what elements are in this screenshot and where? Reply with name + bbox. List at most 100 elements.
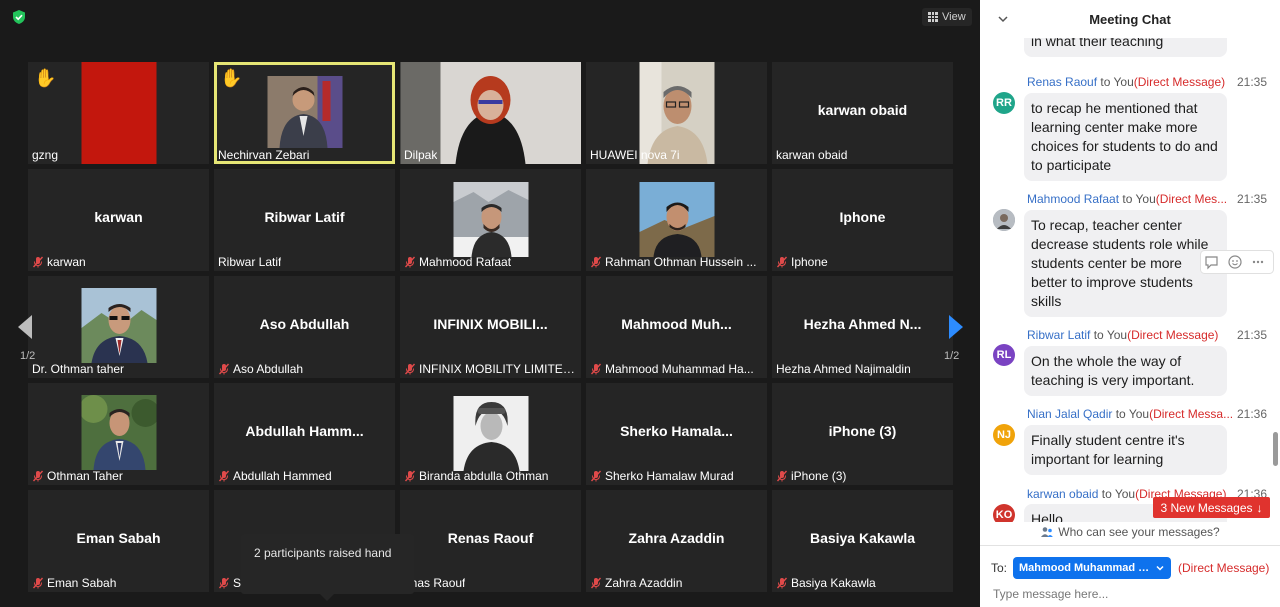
shield-icon[interactable] xyxy=(11,9,27,25)
new-messages-button[interactable]: 3 New Messages ↓ xyxy=(1153,497,1270,518)
participant-display-name: Abdullah Hamm... xyxy=(245,423,364,439)
chat-message-list[interactable]: in what their teaching Renas Raouf to You… xyxy=(980,38,1280,522)
participant-name-label: Sherko Hamalaw Murad xyxy=(590,469,734,483)
participant-tile[interactable]: Mahmood Muh... Mahmood Muhammad Ha... xyxy=(586,276,767,378)
recipient-dropdown[interactable]: Mahmood Muhammad H... xyxy=(1013,557,1171,579)
muted-mic-icon xyxy=(590,577,602,589)
participant-name-label: karwan obaid xyxy=(776,148,847,162)
participant-tile[interactable]: karwan karwan xyxy=(28,169,209,271)
chat-scrollbar[interactable] xyxy=(1273,432,1278,466)
tooltip-pointer xyxy=(320,594,334,601)
participant-tile[interactable]: Mahmood Rafaat xyxy=(400,169,581,271)
participant-tile[interactable]: Iphone Iphone xyxy=(772,169,953,271)
chat-title: Meeting Chat xyxy=(1089,11,1171,27)
to-you-label: to You xyxy=(1122,192,1156,206)
muted-mic-icon xyxy=(776,256,788,268)
grid-icon xyxy=(928,12,938,22)
muted-mic-icon xyxy=(776,577,788,589)
participant-name-label: Dr. Othman taher xyxy=(32,362,124,376)
message-time: 21:35 xyxy=(1232,192,1267,206)
participant-tile[interactable]: Dr. Othman taher xyxy=(28,276,209,378)
message-header: Nian Jalal Qadir to You(Direct Messa... 2… xyxy=(1027,407,1267,421)
participant-tile[interactable]: ✋ gzng xyxy=(28,62,209,164)
view-button[interactable]: View xyxy=(922,8,972,26)
participant-name: Aso Abdullah xyxy=(233,362,304,376)
participant-display-name: Basiya Kakawla xyxy=(809,530,916,546)
participant-name-label: INFINIX MOBILITY LIMITED ... xyxy=(404,362,578,376)
participant-tile[interactable]: Renas Raouf enas Raouf xyxy=(400,490,581,592)
message-bubble: Finally student centre it's important fo… xyxy=(1024,425,1227,475)
who-can-see-link[interactable]: Who can see your messages? xyxy=(980,522,1280,542)
participant-name: karwan xyxy=(47,255,86,269)
message-sender[interactable]: Mahmood Rafaat xyxy=(1027,192,1119,206)
participant-photo xyxy=(453,182,528,257)
participant-tile[interactable]: INFINIX MOBILI... INFINIX MOBILITY LIMITE… xyxy=(400,276,581,378)
message-sender[interactable]: karwan obaid xyxy=(1027,487,1098,501)
muted-mic-icon xyxy=(32,470,44,482)
muted-mic-icon xyxy=(404,256,416,268)
participant-name: Othman Taher xyxy=(47,469,123,483)
muted-mic-icon xyxy=(218,470,230,482)
participant-photo xyxy=(453,396,528,471)
chevron-down-icon[interactable] xyxy=(997,13,1009,25)
new-messages-label: 3 New Messages xyxy=(1160,500,1253,515)
participant-name: Basiya Kakawla xyxy=(791,576,876,590)
participant-tile[interactable]: iPhone (3) iPhone (3) xyxy=(772,383,953,485)
muted-mic-icon xyxy=(776,470,788,482)
to-label: To: xyxy=(991,561,1008,575)
recipient-name: Mahmood Muhammad H... xyxy=(1019,562,1151,574)
participant-tile[interactable]: Eman Sabah Eman Sabah xyxy=(28,490,209,592)
participant-display-name: Mahmood Muh... xyxy=(621,316,732,332)
to-you-label: to You xyxy=(1093,328,1128,342)
participant-tile[interactable]: Sherko Hamala... Sherko Hamalaw Murad xyxy=(586,383,767,485)
participant-tile[interactable]: Biranda abdulla Othman xyxy=(400,383,581,485)
participant-display-name: Zahra Azaddin xyxy=(628,530,725,546)
message-bubble: in what their teaching xyxy=(1024,38,1227,57)
participant-name: Nechirvan Zebari xyxy=(218,148,310,162)
participant-name: Hezha Ahmed Najimaldin xyxy=(776,362,911,376)
participant-tile[interactable]: Dilpak xyxy=(400,62,581,164)
participant-tile[interactable]: Basiya Kakawla Basiya Kakawla xyxy=(772,490,953,592)
arrow-down-icon: ↓ xyxy=(1256,500,1263,515)
video-gallery: View ✋ gzng ✋ Nechirvan Zebari Dilpak HUAWEI … xyxy=(0,0,980,607)
participant-tile[interactable]: Hezha Ahmed N... Hezha Ahmed Najimaldin xyxy=(772,276,953,378)
participant-tile[interactable]: ✋ Nechirvan Zebari xyxy=(214,62,395,164)
message-input[interactable] xyxy=(993,584,1273,604)
participant-name: iPhone (3) xyxy=(791,469,847,483)
muted-mic-icon xyxy=(32,577,44,589)
message-sender[interactable]: Ribwar Latif xyxy=(1027,328,1090,342)
participant-name-label: Rahman Othman Hussein ... xyxy=(590,255,756,269)
participant-name-label: HUAWEI nova 7i xyxy=(590,148,680,162)
message-sender[interactable]: Nian Jalal Qadir xyxy=(1027,407,1112,421)
participant-tile[interactable]: Zahra Azaddin Zahra Azaddin xyxy=(586,490,767,592)
participant-name: HUAWEI nova 7i xyxy=(590,148,680,162)
next-page-arrow-icon[interactable] xyxy=(940,312,970,342)
participant-name-label: Hezha Ahmed Najimaldin xyxy=(776,362,911,376)
participant-display-name: karwan xyxy=(94,209,143,225)
more-icon[interactable] xyxy=(1252,260,1264,264)
participant-name-label: Zahra Azaddin xyxy=(590,576,682,590)
participant-tile[interactable]: Rahman Othman Hussein ... xyxy=(586,169,767,271)
participant-tile[interactable]: Aso Abdullah Aso Abdullah xyxy=(214,276,395,378)
page-indicator-right: 1/2 xyxy=(944,350,960,362)
message-sender[interactable]: Renas Raouf xyxy=(1027,75,1097,89)
participant-tile[interactable]: Ribwar Latif Ribwar Latif xyxy=(214,169,395,271)
participant-name-label: S xyxy=(218,576,241,590)
page-indicator-left: 1/2 xyxy=(20,350,36,362)
to-you-label: to You xyxy=(1101,487,1136,501)
participant-tile[interactable]: karwan obaid karwan obaid xyxy=(772,62,953,164)
direct-message-tag: (Direct Message) xyxy=(1178,561,1270,575)
participant-name-label: Othman Taher xyxy=(32,469,123,483)
sender-avatar: NJ xyxy=(993,424,1015,446)
participant-display-name: iPhone (3) xyxy=(828,423,897,439)
participant-tile[interactable]: HUAWEI nova 7i xyxy=(586,62,767,164)
participant-name: S xyxy=(233,576,242,590)
participant-display-name: Ribwar Latif xyxy=(264,209,345,225)
previous-page-arrow-icon[interactable] xyxy=(12,312,42,342)
participant-tile[interactable]: Abdullah Hamm... Abdullah Hammed xyxy=(214,383,395,485)
participant-tile[interactable]: Othman Taher xyxy=(28,383,209,485)
participant-name: Sherko Hamalaw Murad xyxy=(605,469,734,483)
message-header: Renas Raouf to You(Direct Message) 21:35 xyxy=(1027,75,1267,89)
chat-divider xyxy=(980,545,1280,546)
people-icon xyxy=(1041,527,1054,537)
